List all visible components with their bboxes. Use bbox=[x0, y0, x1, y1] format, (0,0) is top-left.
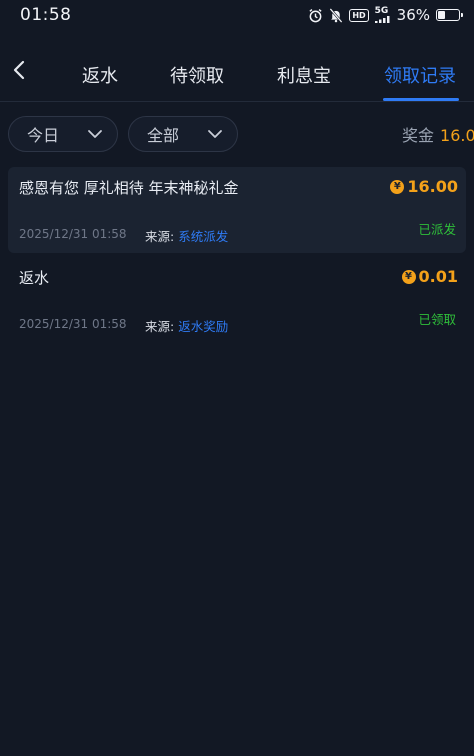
amount-value: 0.01 bbox=[418, 267, 458, 286]
type-filter-value: 全部 bbox=[147, 126, 180, 145]
network-type: 5G bbox=[374, 6, 389, 16]
source-label: 来源: bbox=[145, 229, 175, 244]
chevron-down-icon bbox=[88, 130, 102, 138]
status-time: 01:58 bbox=[20, 5, 72, 25]
bonus-label: 奖金 bbox=[402, 126, 435, 145]
back-button[interactable] bbox=[8, 58, 30, 82]
yuan-coin-icon: ¥ bbox=[401, 269, 416, 284]
tab-rebate[interactable]: 返水 bbox=[82, 62, 118, 87]
tab-interest[interactable]: 利息宝 bbox=[277, 62, 331, 87]
source-label: 来源: bbox=[145, 319, 175, 334]
record-source: 来源: 系统派发 bbox=[145, 226, 228, 245]
type-filter-dropdown[interactable]: 全部 bbox=[128, 116, 238, 152]
active-tab-indicator bbox=[383, 98, 459, 101]
record-amount: ¥ 0.01 bbox=[401, 267, 458, 286]
record-title: 返水 bbox=[19, 269, 50, 287]
record-source: 来源: 返水奖励 bbox=[145, 316, 228, 335]
signal-icon: 5G bbox=[374, 6, 391, 23]
status-badge: 已领取 bbox=[418, 312, 456, 327]
alarm-icon bbox=[308, 8, 323, 23]
chevron-down-icon bbox=[208, 130, 222, 138]
hd-badge: HD bbox=[349, 8, 369, 22]
battery-percent: 36% bbox=[396, 6, 430, 24]
bonus-total: 奖金 16.0 bbox=[402, 122, 474, 146]
source-value: 返水奖励 bbox=[178, 319, 229, 334]
amount-value: 16.00 bbox=[407, 177, 458, 196]
record-time: 2025/12/31 01:58 bbox=[19, 227, 127, 241]
status-badge: 已派发 bbox=[418, 222, 456, 237]
record-title: 感恩有您 厚礼相待 年末神秘礼金 bbox=[19, 179, 239, 197]
status-bar: 01:58 HD 5G 36% bbox=[0, 0, 474, 30]
list-item[interactable]: 感恩有您 厚礼相待 年末神秘礼金 ¥ 16.00 2025/12/31 01:5… bbox=[8, 167, 466, 253]
list-item[interactable]: 返水 ¥ 0.01 2025/12/31 01:58 来源: 返水奖励 已领取 bbox=[8, 257, 466, 343]
bonus-value: 16.0 bbox=[440, 126, 474, 145]
date-filter-dropdown[interactable]: 今日 bbox=[8, 116, 118, 152]
status-icons: HD 5G 36% bbox=[308, 6, 463, 24]
record-time: 2025/12/31 01:58 bbox=[19, 317, 127, 331]
battery-icon bbox=[436, 9, 463, 21]
tab-claim-records[interactable]: 领取记录 bbox=[384, 62, 456, 87]
top-nav: 返水 待领取 利息宝 领取记录 bbox=[0, 48, 474, 102]
battery-fill bbox=[438, 11, 445, 19]
mute-bell-icon bbox=[329, 7, 343, 23]
chevron-left-icon bbox=[13, 60, 25, 80]
source-value: 系统派发 bbox=[178, 229, 229, 244]
tab-pending[interactable]: 待领取 bbox=[170, 62, 224, 87]
record-amount: ¥ 16.00 bbox=[390, 177, 458, 196]
date-filter-value: 今日 bbox=[27, 126, 60, 145]
yuan-coin-icon: ¥ bbox=[390, 179, 405, 194]
